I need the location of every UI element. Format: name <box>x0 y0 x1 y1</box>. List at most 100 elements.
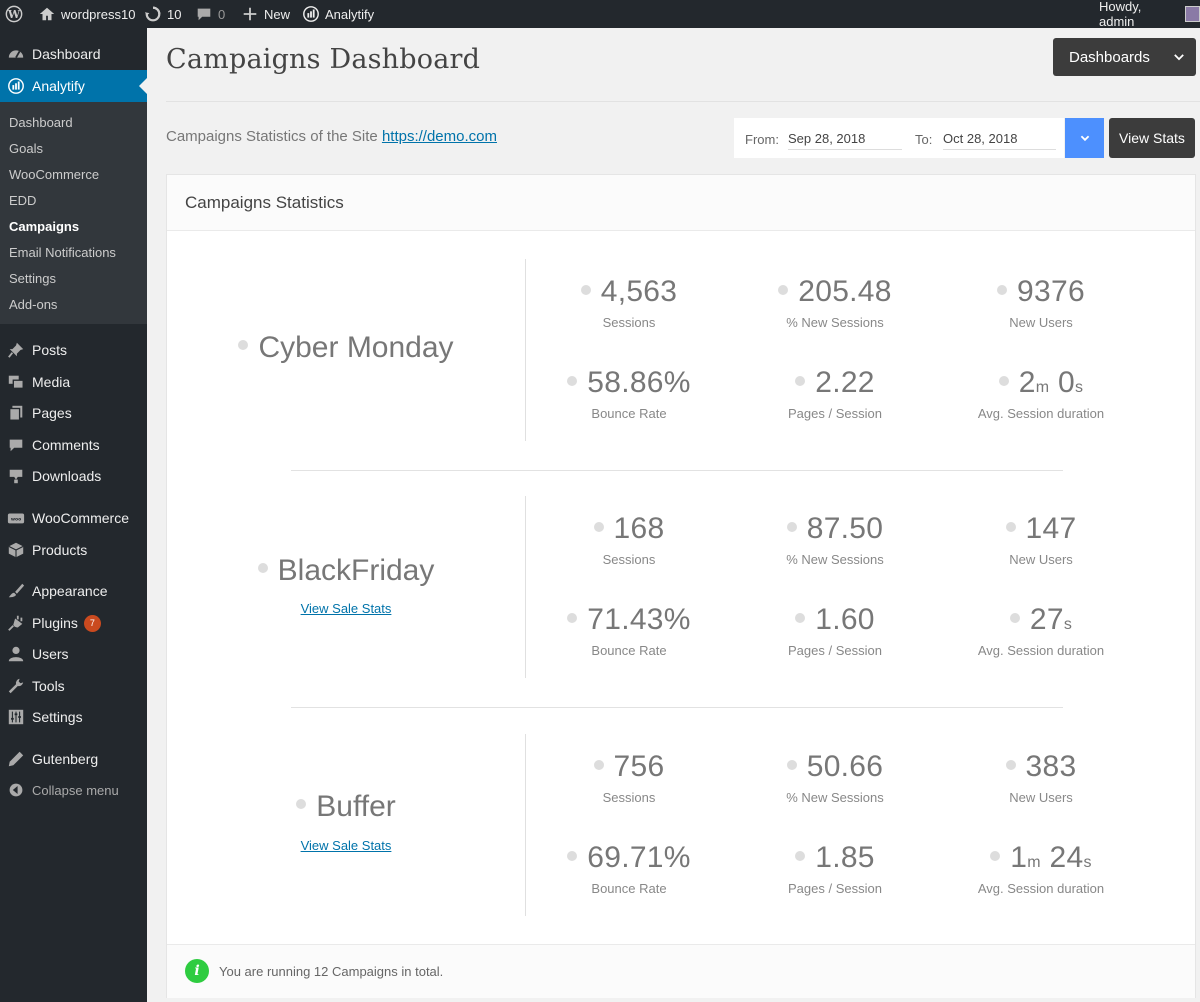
menu-pages-label: Pages <box>32 405 72 421</box>
dashboards-label: Dashboards <box>1069 48 1150 66</box>
panel-footer: i You are running 12 Campaigns in total. <box>167 944 1195 998</box>
pencil-icon <box>6 749 26 769</box>
site-name-link[interactable]: wordpress10 <box>38 0 135 28</box>
brush-icon <box>6 581 26 601</box>
to-label: To: <box>915 132 933 147</box>
site-name: wordpress10 <box>61 6 136 22</box>
comments-link[interactable]: 0 <box>195 0 225 28</box>
submenu-woocommerce[interactable]: WooCommerce <box>9 167 99 182</box>
menu-plugins-label: Plugins <box>32 615 78 631</box>
view-stats-button[interactable]: View Stats <box>1109 118 1195 158</box>
metric-new-users: 9376 New Users <box>938 275 1144 330</box>
campaign-row: Cyber Monday 4,563 Sessions 205.48% New S… <box>167 259 1195 441</box>
menu-posts-label: Posts <box>32 342 68 358</box>
metric-avg-duration: 27s Avg. Session duration <box>977 603 1105 658</box>
campaign-name: Buffer <box>167 790 525 824</box>
menu-appearance-label: Appearance <box>32 583 108 599</box>
metric-new-users: 147 New Users <box>938 512 1144 567</box>
admin-bar: W wordpress10 10 0 New Analytify Howdy, … <box>0 0 1200 29</box>
submenu-add-ons[interactable]: Add-ons <box>9 297 57 312</box>
new-label: New <box>264 6 291 22</box>
my-account-link[interactable]: Howdy, admin <box>1099 0 1200 29</box>
metric-pages-session: 2.22 Pages / Session <box>788 366 882 421</box>
menu-plugins[interactable]: Plugins 7 <box>0 607 147 639</box>
metric-new-users: 383 New Users <box>938 750 1144 805</box>
chevron-down-icon <box>1080 135 1089 142</box>
submenu-dashboard[interactable]: Dashboard <box>9 115 73 130</box>
analytify-icon <box>6 76 26 96</box>
menu-appearance[interactable]: Appearance <box>0 575 147 607</box>
campaigns-total-text: You are running 12 Campaigns in total. <box>219 964 444 979</box>
menu-users-label: Users <box>32 646 69 662</box>
wordpress-logo-icon[interactable]: W <box>5 0 23 28</box>
metric-pages-session: 1.85 Pages / Session <box>788 841 882 896</box>
metric-new-sessions: 205.48% New Sessions <box>732 275 938 330</box>
dashboards-dropdown-button[interactable]: Dashboards <box>1053 38 1196 76</box>
submenu-campaigns[interactable]: Campaigns <box>9 219 79 234</box>
woocommerce-icon: woo <box>6 508 26 528</box>
menu-dashboard-label: Dashboard <box>32 46 101 62</box>
chevron-down-icon <box>1174 54 1184 61</box>
menu-products[interactable]: Products <box>0 534 147 566</box>
submenu-edd[interactable]: EDD <box>9 193 36 208</box>
menu-comments[interactable]: Comments <box>0 429 147 461</box>
metric-new-sessions: 50.66% New Sessions <box>786 750 884 805</box>
collapse-menu-button[interactable]: Collapse menu <box>0 774 147 806</box>
collapse-menu-label: Collapse menu <box>32 782 119 798</box>
menu-settings-label: Settings <box>32 709 83 725</box>
analytify-link[interactable]: Analytify <box>302 0 374 28</box>
metric-bounce-rate: 71.43% Bounce Rate <box>526 603 732 658</box>
submenu-email-notifications[interactable]: Email Notifications <box>9 245 116 260</box>
site-url-link[interactable]: https://demo.com <box>382 128 497 145</box>
menu-comments-label: Comments <box>32 437 100 453</box>
page-title: Campaigns Dashboard <box>166 44 481 75</box>
download-icon <box>6 466 26 486</box>
menu-pages[interactable]: Pages <box>0 397 147 429</box>
comments-count: 0 <box>218 6 226 22</box>
menu-woocommerce-label: WooCommerce <box>32 510 129 526</box>
pages-icon <box>6 403 26 423</box>
menu-tools[interactable]: Tools <box>0 670 147 702</box>
avatar <box>1184 6 1200 22</box>
svg-text:woo: woo <box>11 518 21 523</box>
menu-settings[interactable]: Settings <box>0 701 147 733</box>
menu-users[interactable]: Users <box>0 638 147 670</box>
view-sale-stats-link[interactable]: View Sale Stats <box>167 838 525 853</box>
dashboard-icon <box>6 44 26 64</box>
metric-avg-duration: 2m 0s Avg. Session duration <box>977 366 1105 421</box>
menu-gutenberg[interactable]: Gutenberg <box>0 743 147 775</box>
plugin-icon <box>6 613 26 633</box>
date-preset-dropdown[interactable] <box>1065 118 1104 158</box>
metric-bounce-rate: 58.86% Bounce Rate <box>526 366 732 421</box>
pin-icon <box>6 340 26 360</box>
title-divider <box>166 101 1200 102</box>
campaign-divider <box>291 707 1063 708</box>
view-sale-stats-link[interactable]: View Sale Stats <box>167 601 525 616</box>
plugins-update-badge: 7 <box>83 614 101 632</box>
comment-icon <box>6 435 26 455</box>
new-content-link[interactable]: New <box>241 0 290 28</box>
menu-dashboard[interactable]: Dashboard <box>0 38 147 70</box>
updates-link[interactable]: 10 <box>144 0 181 28</box>
metric-sessions: 756 Sessions <box>526 750 732 805</box>
metric-avg-duration: 1m 24s Avg. Session duration <box>977 841 1105 896</box>
comment-icon <box>197 8 211 21</box>
menu-downloads[interactable]: Downloads <box>0 460 147 492</box>
menu-woocommerce[interactable]: woo WooCommerce <box>0 502 147 534</box>
menu-media[interactable]: Media <box>0 366 147 398</box>
metric-bounce-rate: 69.71% Bounce Rate <box>526 841 732 896</box>
analytify-label: Analytify <box>325 6 375 22</box>
menu-posts[interactable]: Posts <box>0 334 147 366</box>
campaigns-statistics-panel: Campaigns Statistics Cyber Monday 4,563 S… <box>166 174 1196 998</box>
submenu-settings[interactable]: Settings <box>9 271 56 286</box>
svg-text:W: W <box>7 8 21 21</box>
from-date-input[interactable]: Sep 28, 2018 <box>788 128 902 150</box>
metric-sessions: 168 Sessions <box>526 512 732 567</box>
to-date-input[interactable]: Oct 28, 2018 <box>943 128 1056 150</box>
submenu-goals[interactable]: Goals <box>9 141 43 156</box>
updates-icon <box>144 6 161 22</box>
panel-title: Campaigns Statistics <box>185 193 344 212</box>
metric-pages-session: 1.60 Pages / Session <box>788 603 882 658</box>
subtitle-prefix: Campaigns Statistics of the Site <box>166 128 378 145</box>
menu-analytify[interactable]: Analytify <box>0 70 147 102</box>
